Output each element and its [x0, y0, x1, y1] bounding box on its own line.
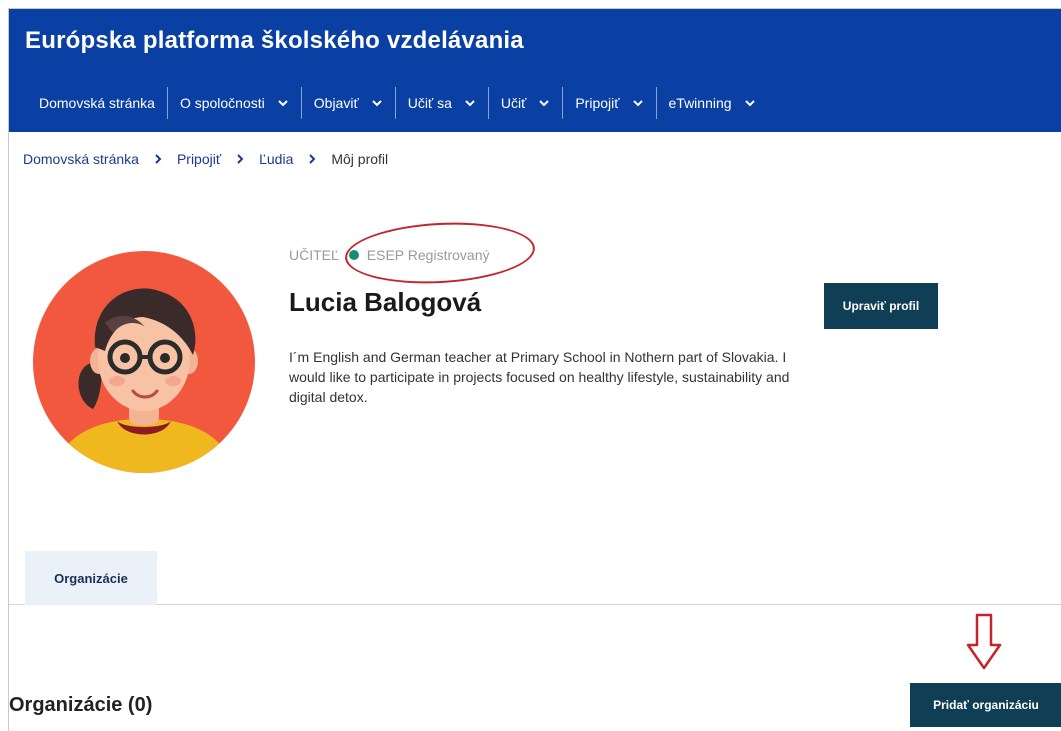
chevron-down-icon — [632, 97, 644, 109]
breadcrumb-link[interactable]: Pripojiť — [177, 151, 221, 167]
organizations-title: Organizácie (0) — [9, 694, 153, 716]
chevron-down-icon — [538, 97, 550, 109]
chevron-right-icon — [307, 154, 317, 164]
role-label: UČITEĽ — [289, 247, 339, 263]
chevron-down-icon — [744, 97, 756, 109]
edit-profile-button[interactable]: Upraviť profil — [824, 283, 938, 329]
nav-item-label: Učiť — [500, 95, 527, 111]
arrow-down-icon — [966, 613, 1002, 671]
nav-item-discover[interactable]: Objaviť — [300, 87, 395, 119]
avatar — [33, 251, 255, 473]
page-frame: Európska platforma školského vzdelávania… — [8, 8, 1061, 731]
breadcrumb-link[interactable]: Domovská stránka — [23, 151, 139, 167]
chevron-right-icon — [235, 154, 245, 164]
chevron-down-icon — [277, 97, 289, 109]
profile-name: Lucia Balogová — [289, 287, 482, 317]
nav-item-label: Pripojiť — [575, 95, 620, 111]
nav-item-teach[interactable]: Učiť — [487, 87, 562, 119]
nav-item-label: Domovská stránka — [39, 95, 155, 111]
nav-item-about[interactable]: O spoločnosti — [166, 87, 301, 119]
nav-item-home[interactable]: Domovská stránka — [25, 87, 167, 119]
tab-organizations[interactable]: Organizácie — [25, 551, 157, 605]
breadcrumb-link[interactable]: Ľudia — [259, 151, 293, 167]
breadcrumb: Domovská stránka Pripojiť Ľudia Môj prof… — [23, 151, 388, 167]
chevron-right-icon — [153, 154, 163, 164]
tab-bar: Organizácie — [9, 551, 1061, 605]
nav-item-label: Objaviť — [313, 95, 359, 111]
nav-item-label: Učiť sa — [407, 95, 452, 111]
nav-item-connect[interactable]: Pripojiť — [562, 87, 655, 119]
chevron-down-icon — [464, 97, 476, 109]
chevron-down-icon — [371, 97, 383, 109]
annotation-ellipse — [343, 218, 537, 288]
nav-item-learn[interactable]: Učiť sa — [394, 87, 488, 119]
add-organization-button[interactable]: Pridať organizáciu — [910, 683, 1061, 727]
nav-item-label: O spoločnosti — [179, 95, 265, 111]
profile-bio: I´m English and German teacher at Primar… — [289, 349, 790, 405]
site-header: Európska platforma školského vzdelávania… — [9, 9, 1061, 132]
nav-item-etwinning[interactable]: eTwinning — [655, 87, 768, 119]
site-title[interactable]: Európska platforma školského vzdelávania — [25, 27, 524, 55]
main-nav: Domovská stránka O spoločnosti Objaviť U… — [25, 87, 768, 119]
nav-item-label: eTwinning — [668, 95, 732, 111]
breadcrumb-current: Môj profil — [331, 151, 389, 167]
